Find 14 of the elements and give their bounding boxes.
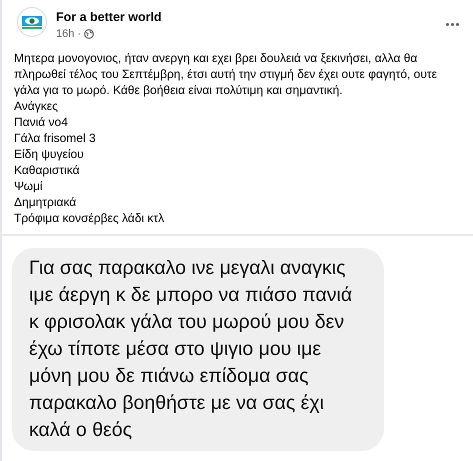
- post-time[interactable]: 16h ·: [56, 28, 82, 40]
- list-line: Ανάγκες: [14, 98, 59, 114]
- page-name[interactable]: For a better world: [56, 10, 435, 24]
- post-text: Μητερα μονογονιος, ήταν ανεργη και εχει βρει δουλειά να ξεκινήσει, αλλα θα πληρωθεί τέλος του Σεπτέμβρη, έτσι αυτή την στιγμή δεν έχει ουτε φαγητό, ουτε γάλα για το μωρό. Κάθε βοήθεια είναι πολύτιμη και σημαντική.: [14, 50, 438, 98]
- message-bubble: Για σας παρακαλο ινε μεγαλι αναγκις ιμε άεργη κ δε μπορο να πιάσο πανιά κ φρισολακ γάλα του μωρού μου δεν έχω τίποτε μέσα στο ψιγιο μου ιμε μόνη μου δε πιάνω επίδομα σας παρακαλο βοηθήστε με να σας έχι καλά ο θεός: [12, 248, 384, 451]
- list-line: Είδη ψυγείου: [14, 146, 85, 162]
- list-line: Ψωμί: [14, 178, 44, 194]
- list-line: Πανιά νο4: [14, 114, 69, 130]
- globe-icon: [84, 29, 94, 39]
- list-line: Τρόφιμα κονσέρβες λάδι κτλ: [14, 210, 166, 226]
- page-avatar[interactable]: [17, 7, 47, 37]
- list-line: Καθαριστικά: [14, 162, 81, 178]
- list-line: Γάλα frisomel 3: [14, 130, 97, 146]
- list-line: Δημητριακά: [14, 194, 78, 210]
